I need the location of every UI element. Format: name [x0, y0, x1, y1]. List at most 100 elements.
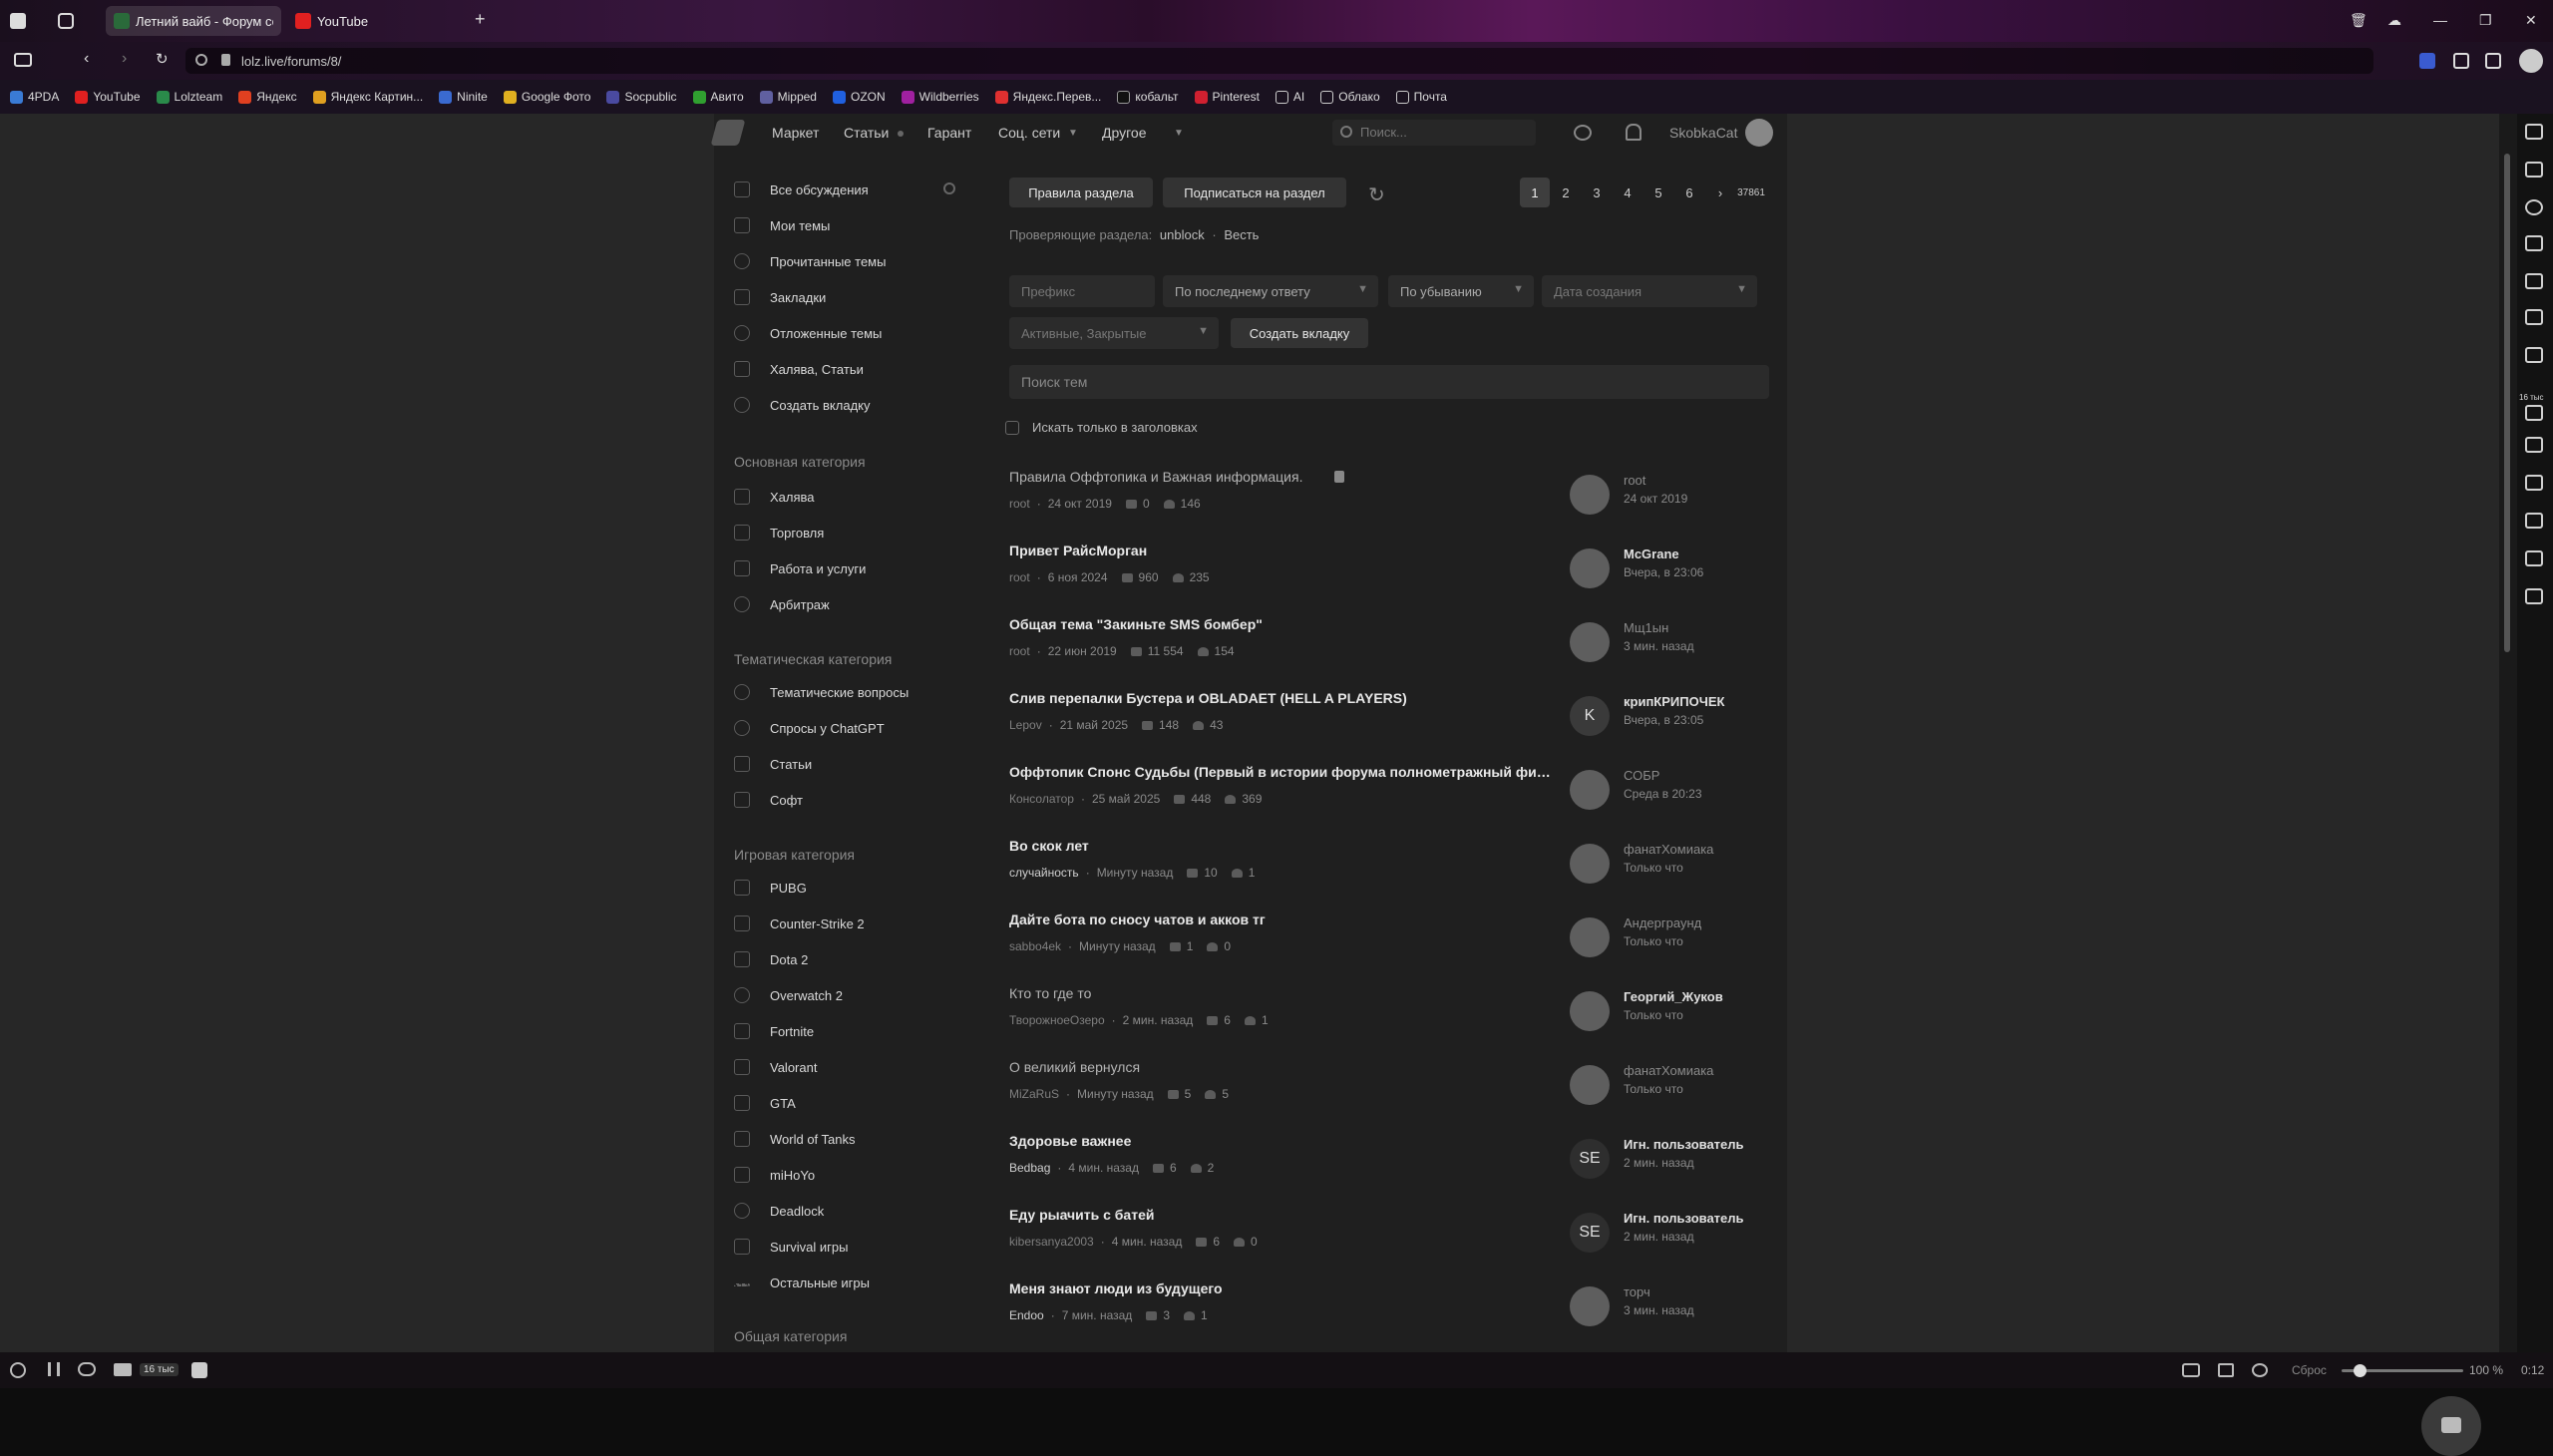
zoom-slider[interactable]: [2342, 1364, 2463, 1377]
page-2[interactable]: 2: [1551, 178, 1581, 207]
thread-row[interactable]: Здоровье важнее Bedbag · 4 мин. назад 6 2…: [1009, 1125, 1783, 1199]
tab-youtube[interactable]: YouTube: [287, 6, 437, 36]
thread-row[interactable]: О великий вернулся MiZaRuS · Минуту назад…: [1009, 1051, 1783, 1125]
image-toggle-icon[interactable]: [2252, 1363, 2268, 1377]
thread-row[interactable]: Слив перепалки Бустера и OBLADAET (HELL …: [1009, 682, 1783, 756]
notes-icon[interactable]: [2525, 235, 2543, 251]
sidebar-item-create-tab[interactable]: Создать вкладку: [734, 393, 871, 417]
last-poster[interactable]: торч: [1624, 1284, 1650, 1299]
nav-market[interactable]: Маркет: [772, 125, 819, 141]
page-5[interactable]: 5: [1643, 178, 1673, 207]
avatar[interactable]: SE: [1570, 1213, 1610, 1253]
sidebar-item-deadlock[interactable]: Deadlock: [734, 1199, 824, 1223]
thread-author[interactable]: Консолатор: [1009, 792, 1074, 806]
sidebar-item-work[interactable]: Работа и услуги: [734, 556, 866, 580]
sidebar-item-gta[interactable]: GTA: [734, 1091, 796, 1115]
browser-menu-icon[interactable]: [10, 13, 26, 29]
bookmark-4pda[interactable]: 4PDA: [10, 90, 59, 104]
thread-author[interactable]: root: [1009, 570, 1030, 584]
settings-icon[interactable]: [10, 1362, 26, 1378]
sidebar-item-articles[interactable]: Статьи: [734, 752, 812, 776]
user-avatar[interactable]: [1745, 119, 1773, 147]
last-poster[interactable]: фанатХомиака: [1624, 1063, 1713, 1078]
sidebar-item-overwatch2[interactable]: Overwatch 2: [734, 983, 843, 1007]
last-poster[interactable]: Андерграунд: [1624, 915, 1701, 930]
thread-author[interactable]: Endoo: [1009, 1308, 1044, 1322]
sidebar-item-chatgpt[interactable]: Спросы у ChatGPT: [734, 716, 885, 740]
nav-other[interactable]: Другое: [1102, 125, 1146, 141]
back-button[interactable]: ‹: [84, 50, 89, 68]
calendar-panel-icon[interactable]: [2525, 437, 2543, 453]
tab-active[interactable]: Летний вайб - Форум соц: [106, 6, 281, 36]
last-poster[interactable]: Георгий_Жуков: [1624, 989, 1723, 1004]
username[interactable]: SkobkaCat: [1669, 125, 1737, 141]
window-panel-icon[interactable]: [2525, 309, 2543, 325]
last-poster[interactable]: Игн. пользователь: [1624, 1211, 1744, 1226]
thread-author[interactable]: root: [1009, 644, 1030, 658]
sidebar-item-deferred[interactable]: Отложенные темы: [734, 321, 882, 345]
nav-guarantor[interactable]: Гарант: [927, 125, 971, 141]
thread-title[interactable]: Меня знают люди из будущего: [1009, 1280, 1556, 1296]
date-select[interactable]: Дата создания ▼: [1542, 275, 1757, 307]
pause-icon[interactable]: [48, 1362, 60, 1376]
sidebar-item-other-games[interactable]: Остальные игры: [734, 1271, 870, 1294]
bookmark-ozon[interactable]: OZON: [832, 90, 886, 104]
bookmark-avito[interactable]: Авито: [692, 90, 744, 104]
thread-row[interactable]: Дайте бота по сносу чатов и акков тг sab…: [1009, 904, 1783, 977]
bookmark-youtube[interactable]: YouTube: [75, 90, 141, 104]
sidebar-item-pubg[interactable]: PUBG: [734, 876, 807, 900]
avatar[interactable]: [1570, 991, 1610, 1031]
sidebar-item-mihoyo[interactable]: miHoYo: [734, 1163, 815, 1187]
new-tab-button[interactable]: +: [475, 9, 486, 30]
nav-articles[interactable]: Статьи: [844, 125, 889, 141]
bell-icon[interactable]: [1626, 124, 1641, 141]
sidebar-item-freebies-articles[interactable]: Халява, Статьи: [734, 357, 864, 381]
cloud-icon[interactable]: ☁: [2387, 12, 2401, 29]
thread-title[interactable]: Привет РайсМорган: [1009, 543, 1556, 558]
sort-select[interactable]: По последнему ответу ▼: [1163, 275, 1378, 307]
minimize-button[interactable]: —: [2433, 12, 2447, 28]
camera-icon[interactable]: [2182, 1363, 2200, 1377]
bookmark-ninite[interactable]: Ninite: [439, 90, 488, 104]
thread-author[interactable]: kibersanya2003: [1009, 1235, 1094, 1249]
avatar[interactable]: [1570, 475, 1610, 515]
sidebar-item-arbitrage[interactable]: Арбитраж: [734, 592, 830, 616]
sidebar-item-survival[interactable]: Survival игры: [734, 1235, 848, 1259]
avatar[interactable]: [1570, 1286, 1610, 1326]
state-select[interactable]: Активные, Закрытые ▼: [1009, 317, 1219, 349]
panel-toggle-icon[interactable]: [14, 53, 32, 67]
thread-author[interactable]: MiZaRuS: [1009, 1087, 1059, 1101]
last-poster[interactable]: СОБР: [1624, 768, 1659, 783]
last-poster[interactable]: крипКРИПОЧЕК: [1624, 694, 1724, 709]
thread-title[interactable]: Общая тема "Закиньте SMS бомбер": [1009, 616, 1556, 632]
site-logo-icon[interactable]: [710, 120, 746, 146]
thread-title[interactable]: О великий вернулся: [1009, 1059, 1556, 1075]
thread-row[interactable]: Кто то где то ТворожноеОзеро · 2 мин. наз…: [1009, 977, 1783, 1051]
thread-title[interactable]: Здоровье важнее: [1009, 1133, 1556, 1149]
bookmark-socpublic[interactable]: Socpublic: [606, 90, 677, 104]
thread-row[interactable]: Правила Оффтопика и Важная информация. r…: [1009, 461, 1783, 535]
search-icon[interactable]: [943, 182, 955, 194]
cloud-sync-icon[interactable]: [78, 1362, 96, 1376]
page-1[interactable]: 1: [1520, 178, 1550, 207]
scrollbar-thumb[interactable]: [2504, 154, 2510, 652]
page-3[interactable]: 3: [1582, 178, 1612, 207]
bookmark-lolzteam[interactable]: Lolzteam: [156, 90, 222, 104]
nav-search[interactable]: Поиск...: [1332, 120, 1536, 146]
sidebar-item-trade[interactable]: Торговля: [734, 521, 824, 545]
tasks-icon[interactable]: [2525, 513, 2543, 529]
last-poster[interactable]: McGrane: [1624, 546, 1679, 561]
bookmark-pinterest[interactable]: Pinterest: [1194, 90, 1260, 104]
thread-title[interactable]: Дайте бота по сносу чатов и акков тг: [1009, 911, 1556, 927]
thread-title[interactable]: Кто то где то: [1009, 985, 1556, 1001]
avatar[interactable]: SE: [1570, 1139, 1610, 1179]
create-tab-button[interactable]: Создать вкладку: [1231, 318, 1368, 348]
mail-icon[interactable]: [114, 1363, 132, 1376]
reload-button[interactable]: ↻: [156, 50, 169, 68]
tiling-icon[interactable]: [2218, 1363, 2234, 1377]
bookmark-google-photos[interactable]: Google Фото: [503, 90, 590, 104]
url-field[interactable]: lolz.live/forums/8/: [185, 48, 2373, 74]
history-icon[interactable]: [2525, 199, 2543, 215]
nav-social[interactable]: Соц. сети: [998, 125, 1060, 141]
sidebar-item-bookmarks[interactable]: Закладки: [734, 285, 826, 309]
